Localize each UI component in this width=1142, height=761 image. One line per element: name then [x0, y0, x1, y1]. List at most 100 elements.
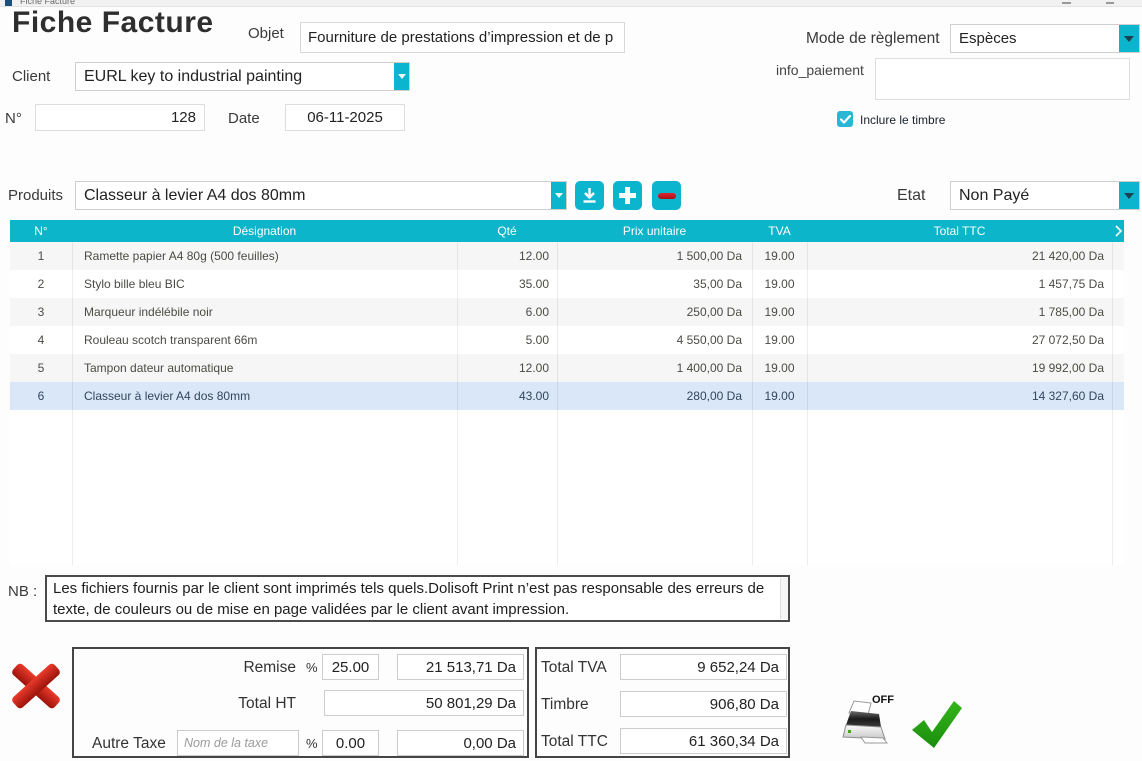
- cell-n: 4: [10, 326, 72, 354]
- column-divider: [457, 242, 458, 565]
- autre-taxe-name-input[interactable]: Nom de la taxe: [177, 730, 299, 756]
- cell-tva: 19.00: [752, 326, 807, 354]
- cell-prix: 35,00 Da: [557, 270, 752, 298]
- cell-total: 21 420,00 Da: [807, 242, 1112, 270]
- total-ttc-label: Total TTC: [541, 733, 608, 751]
- total-ht-field: 50 801,29 Da: [324, 690, 524, 716]
- cell-qte: 43.00: [457, 382, 557, 410]
- col-header-total: Total TTC: [807, 220, 1112, 242]
- autre-taxe-label: Autre Taxe: [92, 735, 166, 753]
- numero-input[interactable]: 128: [35, 104, 205, 131]
- info-paiement-label: info_paiement: [776, 62, 864, 78]
- cell-designation: Stylo bille bleu BIC: [72, 270, 457, 298]
- remise-amount-field: 21 513,71 Da: [397, 654, 524, 680]
- remise-label: Remise: [186, 659, 296, 677]
- cell-designation: Classeur à levier A4 dos 80mm: [72, 382, 457, 410]
- total-tva-label: Total TVA: [541, 659, 607, 677]
- cell-qte: 5.00: [457, 326, 557, 354]
- validate-icon[interactable]: [908, 696, 964, 752]
- mode-reglement-dropdown-button[interactable]: [1119, 25, 1139, 52]
- date-input[interactable]: 06-11-2025: [285, 104, 405, 131]
- cell-qte: 35.00: [457, 270, 557, 298]
- cell-n: 3: [10, 298, 72, 326]
- page-title: Fiche Facture: [12, 6, 214, 40]
- nb-textarea[interactable]: Les fichiers fournis par le client sont …: [45, 575, 790, 622]
- cell-tva: 19.00: [752, 354, 807, 382]
- etat-value: Non Payé: [951, 182, 1119, 209]
- timbre-label: Timbre: [541, 696, 589, 714]
- minus-icon: [658, 193, 676, 199]
- nb-scrollbar[interactable]: [780, 578, 788, 619]
- table-row[interactable]: 1 Ramette papier A4 80g (500 feuilles) 1…: [10, 242, 1124, 270]
- autre-taxe-percent-input[interactable]: 0.00: [322, 730, 379, 756]
- date-label: Date: [228, 110, 260, 127]
- autre-taxe-amount-field: 0,00 Da: [397, 730, 524, 756]
- check-icon: [840, 115, 851, 124]
- products-table: N° Désignation Qté Prix unitaire TVA Tot…: [10, 220, 1124, 565]
- cell-n: 1: [10, 242, 72, 270]
- nb-label: NB :: [8, 583, 37, 600]
- client-dropdown[interactable]: EURL key to industrial painting: [75, 62, 410, 91]
- produits-value: Classeur à levier A4 dos 80mm: [76, 182, 551, 209]
- table-body: 1 Ramette papier A4 80g (500 feuilles) 1…: [10, 242, 1124, 565]
- table-row[interactable]: 5 Tampon dateur automatique 12.00 1 400,…: [10, 354, 1124, 382]
- fiche-facture-window: Fiche Facture Fiche Facture Objet Fourni…: [0, 0, 1142, 761]
- client-dropdown-button[interactable]: [394, 63, 409, 90]
- minimize-button[interactable]: [1062, 2, 1071, 4]
- mode-reglement-dropdown[interactable]: Espèces: [950, 24, 1140, 53]
- chevron-down-icon: [1124, 193, 1134, 199]
- client-value: EURL key to industrial painting: [76, 63, 394, 90]
- objet-input[interactable]: Fourniture de prestations d’impression e…: [300, 22, 625, 53]
- table-scroll-right-icon[interactable]: [1112, 220, 1124, 242]
- cell-n: 5: [10, 354, 72, 382]
- cell-prix: 1 400,00 Da: [557, 354, 752, 382]
- chevron-down-icon: [555, 193, 563, 198]
- etat-dropdown[interactable]: Non Payé: [950, 181, 1140, 210]
- cell-prix: 250,00 Da: [557, 298, 752, 326]
- chevron-down-icon: [398, 74, 406, 79]
- cell-n: 6: [10, 382, 72, 410]
- chevron-down-icon: [1124, 36, 1134, 42]
- mode-reglement-label: Mode de règlement: [806, 30, 940, 48]
- col-header-n: N°: [10, 220, 72, 242]
- timbre-field: 906,80 Da: [620, 691, 787, 717]
- column-divider: [752, 242, 753, 565]
- inclure-timbre-checkbox[interactable]: [837, 111, 853, 127]
- maximize-button[interactable]: [1106, 2, 1114, 4]
- table-row-selected[interactable]: 6 Classeur à levier A4 dos 80mm 43.00 28…: [10, 382, 1124, 410]
- remove-line-button[interactable]: [652, 181, 681, 210]
- table-row[interactable]: 2 Stylo bille bleu BIC 35.00 35,00 Da 19…: [10, 270, 1124, 298]
- remise-percent-input[interactable]: 25.00: [322, 654, 379, 680]
- client-label: Client: [12, 68, 50, 85]
- inclure-timbre-label: Inclure le timbre: [860, 113, 945, 127]
- produits-dropdown[interactable]: Classeur à levier A4 dos 80mm: [75, 181, 567, 210]
- etat-label: Etat: [897, 187, 925, 205]
- col-header-prix: Prix unitaire: [557, 220, 752, 242]
- insert-product-button[interactable]: [575, 181, 604, 210]
- total-ttc-field: 61 360,34 Da: [620, 728, 787, 754]
- remise-percent-symbol: %: [306, 660, 318, 675]
- etat-dropdown-button[interactable]: [1119, 182, 1139, 209]
- total-tva-field: 9 652,24 Da: [620, 654, 787, 680]
- totals-box: Total TVA 9 652,24 Da Timbre 906,80 Da T…: [535, 647, 790, 758]
- cell-tva: 19.00: [752, 298, 807, 326]
- table-row[interactable]: 4 Rouleau scotch transparent 66m 5.00 4 …: [10, 326, 1124, 354]
- cell-designation: Rouleau scotch transparent 66m: [72, 326, 457, 354]
- produits-label: Produits: [8, 187, 63, 204]
- cell-n: 2: [10, 270, 72, 298]
- cancel-icon[interactable]: [12, 660, 60, 712]
- cell-total: 14 327,60 Da: [807, 382, 1112, 410]
- cell-total: 19 992,00 Da: [807, 354, 1112, 382]
- cell-qte: 12.00: [457, 242, 557, 270]
- table-row[interactable]: 3 Marqueur indélébile noir 6.00 250,00 D…: [10, 298, 1124, 326]
- app-icon: [5, 0, 12, 6]
- info-paiement-textarea[interactable]: [875, 58, 1130, 100]
- autre-taxe-placeholder: Nom de la taxe: [178, 736, 268, 750]
- mode-reglement-value: Espèces: [951, 25, 1119, 52]
- cell-prix: 280,00 Da: [557, 382, 752, 410]
- produits-dropdown-button[interactable]: [551, 182, 566, 209]
- total-ht-label: Total HT: [186, 695, 296, 713]
- cell-total: 27 072,50 Da: [807, 326, 1112, 354]
- column-divider: [1112, 242, 1113, 565]
- add-line-button[interactable]: [613, 181, 642, 210]
